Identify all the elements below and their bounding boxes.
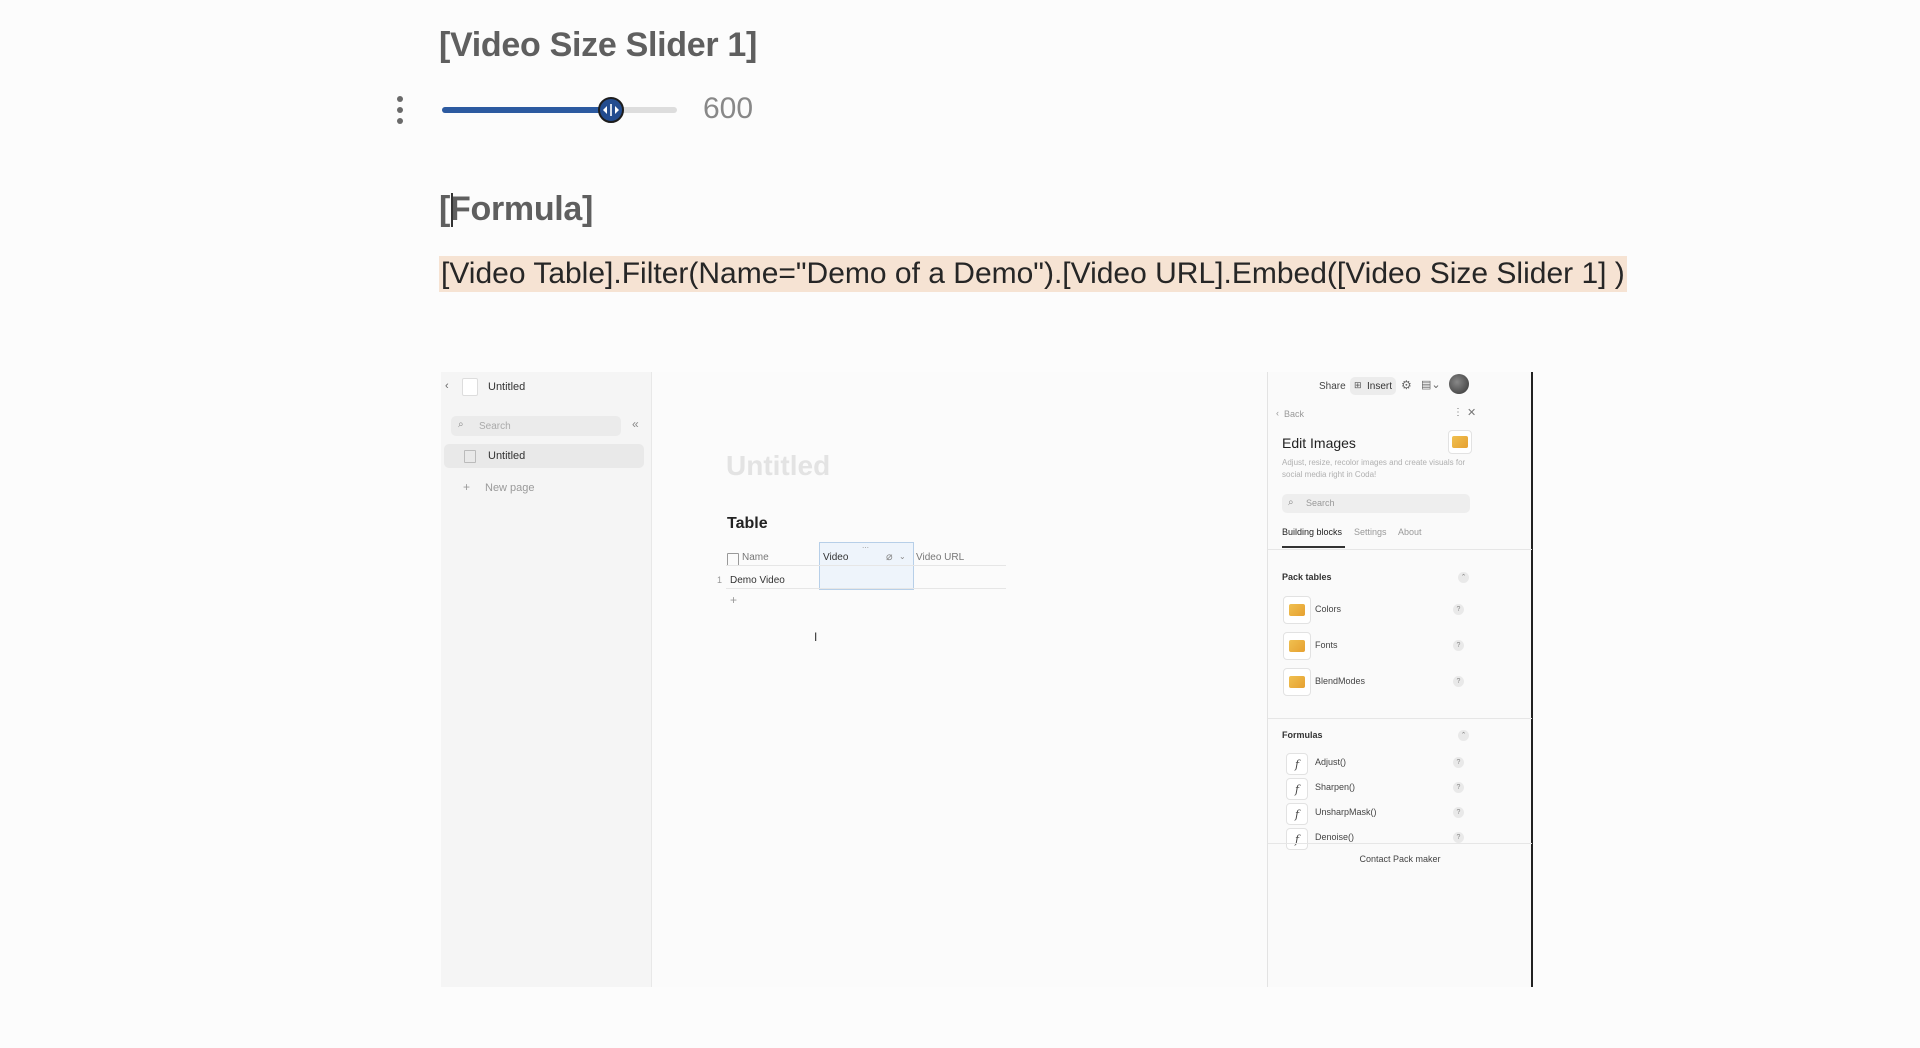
formula-expression[interactable]: [Video Table].Filter(Name="Demo of a Dem… [439,256,1627,292]
formula-unsharpmask[interactable]: UnsharpMask() [1315,807,1377,817]
formula-title: [Formula] [439,190,594,228]
pack-logo-icon [1448,430,1472,454]
row-name-cell[interactable]: Demo Video [730,575,785,586]
comment-icon[interactable]: ▤⌄ [1421,378,1441,391]
sidebar-item-untitled[interactable]: Untitled [444,444,644,468]
more-icon[interactable]: ⋮ [1453,407,1463,418]
pack-table-blendmodes[interactable]: BlendModes [1315,676,1365,686]
resize-cursor-icon [603,104,620,116]
pack-table-fonts[interactable]: Fonts [1315,640,1338,650]
formulas-heading: Formulas [1282,730,1323,740]
tabs-divider [1268,549,1532,550]
gear-icon[interactable]: ⚙ [1401,378,1412,392]
row-number: 1 [717,575,723,585]
formula-adjust[interactable]: Adjust() [1315,757,1346,767]
panel-description: Adjust, resize, recolor images and creat… [1282,458,1466,479]
chevron-left-icon[interactable]: ‹ [445,380,449,392]
panel-title: Edit Images [1282,435,1356,451]
tab-settings[interactable]: Settings [1354,527,1387,537]
collapse-icon[interactable]: ⌃ [1458,572,1469,583]
panel-search[interactable]: ⌕ Search [1282,494,1470,513]
text-cursor [451,193,453,227]
insert-button[interactable]: ⊞ Insert [1350,377,1396,395]
column-header-video[interactable]: Video [823,552,848,563]
text-cursor-icon: I [814,630,818,644]
header-divider [726,565,1006,566]
image-icon [1283,632,1311,660]
active-tab-underline [1282,546,1345,548]
close-icon[interactable]: ✕ [1467,406,1476,419]
help-icon[interactable]: ? [1453,782,1464,793]
sidebar-search[interactable]: ⌕ Search [451,416,621,436]
grid-icon: ⊞ [1354,380,1362,390]
image-icon [1283,596,1311,624]
plus-icon[interactable]: + [463,480,470,494]
search-placeholder: Search [479,421,511,432]
footer-divider [1268,843,1532,844]
avatar[interactable] [1449,374,1469,394]
tab-building-blocks[interactable]: Building blocks [1282,527,1342,537]
help-icon[interactable]: ? [1453,604,1464,615]
tab-about[interactable]: About [1398,527,1422,537]
search-icon: ⌕ [1288,497,1294,508]
column-header-video-url[interactable]: Video URL [916,552,964,563]
video-size-slider[interactable] [442,107,677,113]
doc-title: Untitled [488,381,526,393]
formula-sharpen[interactable]: Sharpen() [1315,782,1355,792]
collapse-sidebar-icon[interactable]: « [632,417,639,431]
search-icon: ⌕ [458,419,464,430]
help-icon[interactable]: ? [1453,832,1464,843]
attachment-icon[interactable]: ⌀ [886,550,893,563]
slider-control-title: [Video Size Slider 1] [439,26,758,64]
page-icon [464,450,476,463]
help-icon[interactable]: ? [1453,807,1464,818]
search-placeholder: Search [1306,498,1335,508]
table-title: Table [727,515,768,532]
add-row-button[interactable]: + [730,593,737,607]
function-icon: f [1286,828,1308,850]
column-header-name[interactable]: Name [742,552,769,563]
pack-table-colors[interactable]: Colors [1315,604,1341,614]
help-icon[interactable]: ? [1453,676,1464,687]
page-title[interactable]: Untitled [726,450,830,482]
back-button[interactable]: Back [1284,409,1304,419]
contact-pack-maker-button[interactable]: Contact Pack maker [1268,854,1532,864]
row-divider [726,588,1006,589]
help-icon[interactable]: ? [1453,757,1464,768]
slider-fill [442,107,612,113]
slider-thumb[interactable] [598,97,625,123]
new-page-button[interactable]: New page [485,482,535,494]
formula-denoise[interactable]: Denoise() [1315,832,1354,842]
function-icon: f [1286,803,1308,825]
drag-handle-icon[interactable]: ⋯ [862,544,869,552]
insert-label: Insert [1367,381,1393,392]
share-button[interactable]: Share [1319,381,1346,392]
collapse-icon[interactable]: ⌃ [1458,730,1469,741]
function-icon: f [1286,753,1308,775]
section-divider [1268,718,1532,719]
block-options-icon[interactable] [396,96,404,124]
pack-tables-heading: Pack tables [1282,572,1332,582]
image-icon [1283,668,1311,696]
doc-sidebar: ‹ Untitled ⌕ Search « Untitled + New pag… [441,372,652,987]
doc-icon [462,378,478,396]
embedded-video[interactable]: ‹ Untitled ⌕ Search « Untitled + New pag… [441,372,1533,987]
chevron-down-icon[interactable]: ⌄ [899,552,906,561]
pack-panel: Share ⊞ Insert ⚙ ▤⌄ ‹ Back ⋮ ✕ Edit Imag… [1267,372,1533,987]
slider-value: 600 [703,92,754,125]
back-chevron-icon[interactable]: ‹ [1276,408,1279,418]
help-icon[interactable]: ? [1453,640,1464,651]
function-icon: f [1286,778,1308,800]
sidebar-item-label: Untitled [488,450,526,462]
